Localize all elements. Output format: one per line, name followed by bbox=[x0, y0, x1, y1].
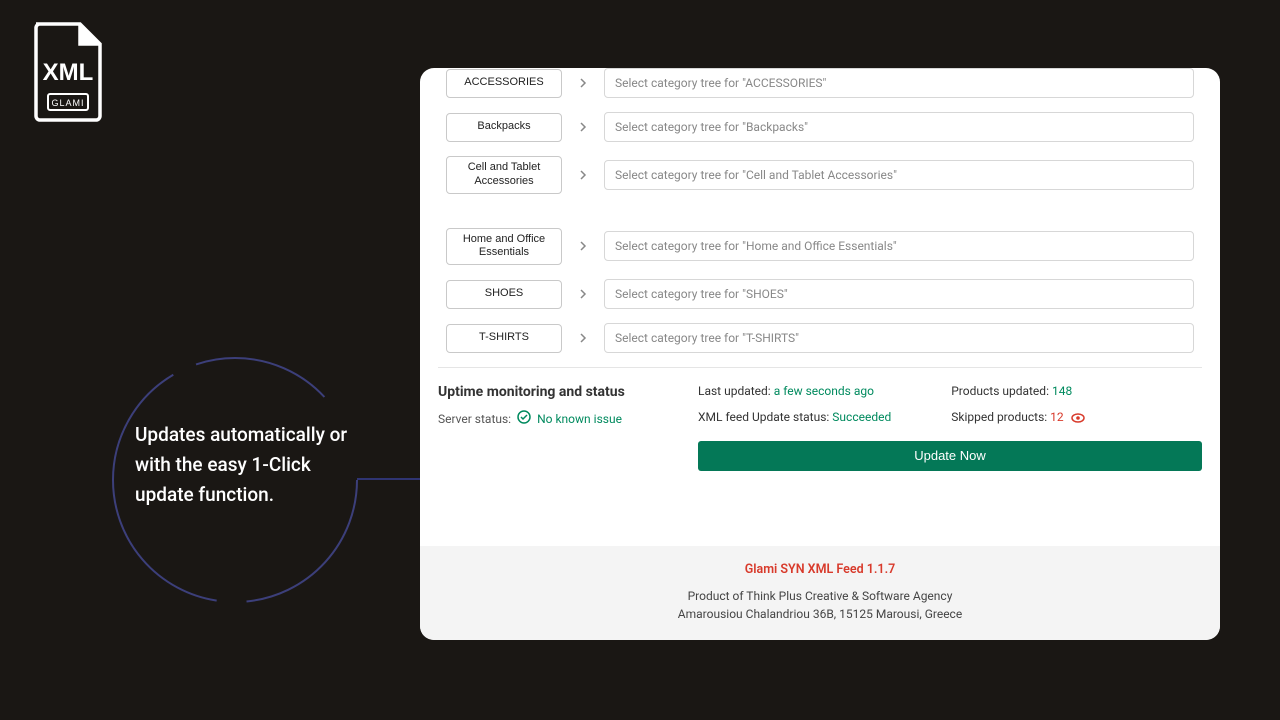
logo-text: XML bbox=[43, 59, 94, 86]
last-updated: Last updated: a few seconds ago bbox=[698, 384, 891, 398]
category-button-tshirts[interactable]: T-SHIRTS bbox=[446, 324, 562, 353]
category-button-accessories[interactable]: ACCESSORIES bbox=[446, 69, 562, 98]
eye-icon[interactable] bbox=[1071, 411, 1085, 425]
category-row: T-SHIRTS Select category tree for "T-SHI… bbox=[446, 323, 1194, 353]
check-circle-icon bbox=[517, 410, 531, 427]
category-row: Cell and Tablet Accessories Select categ… bbox=[446, 156, 1194, 194]
chevron-right-icon bbox=[576, 168, 590, 182]
app-card: ACCESSORIES Select category tree for "AC… bbox=[420, 68, 1220, 640]
status-area: Uptime monitoring and status Server stat… bbox=[420, 384, 1220, 471]
category-button-backpacks[interactable]: Backpacks bbox=[446, 113, 562, 142]
divider bbox=[438, 367, 1202, 368]
update-now-button[interactable]: Update Now bbox=[698, 441, 1202, 471]
footer-line-2: Amarousiou Chalandriou 36B, 15125 Marous… bbox=[420, 607, 1220, 621]
category-button-shoes[interactable]: SHOES bbox=[446, 280, 562, 309]
products-updated-value: 148 bbox=[1052, 384, 1072, 398]
category-select-home-office[interactable]: Select category tree for "Home and Offic… bbox=[604, 231, 1194, 261]
category-rows: ACCESSORIES Select category tree for "AC… bbox=[420, 68, 1220, 353]
feed-status: XML feed Update status: Succeeded bbox=[698, 410, 891, 424]
feed-status-value: Succeeded bbox=[832, 410, 891, 424]
skipped-products: Skipped products: 12 bbox=[951, 410, 1084, 425]
status-heading: Uptime monitoring and status bbox=[438, 384, 668, 400]
category-row: Home and Office Essentials Select catego… bbox=[446, 228, 1194, 266]
chevron-right-icon bbox=[576, 331, 590, 345]
callout-text: Updates automatically or with the easy 1… bbox=[135, 420, 355, 510]
xml-glami-logo: XML GLAMI bbox=[30, 22, 106, 122]
server-status-value: No known issue bbox=[537, 412, 622, 426]
last-updated-label: Last updated: bbox=[698, 384, 771, 398]
products-updated: Products updated: 148 bbox=[951, 384, 1084, 398]
chevron-right-icon bbox=[576, 120, 590, 134]
skipped-products-value: 12 bbox=[1050, 410, 1064, 424]
category-select-accessories[interactable]: Select category tree for "ACCESSORIES" bbox=[604, 68, 1194, 98]
skipped-products-label: Skipped products: bbox=[951, 410, 1047, 424]
footer-brand: Glami SYN XML Feed 1.1.7 bbox=[420, 562, 1220, 577]
chevron-right-icon bbox=[576, 239, 590, 253]
category-select-backpacks[interactable]: Select category tree for "Backpacks" bbox=[604, 112, 1194, 142]
server-status-line: Server status: No known issue bbox=[438, 410, 668, 427]
category-button-home-office[interactable]: Home and Office Essentials bbox=[446, 228, 562, 266]
category-row: Backpacks Select category tree for "Back… bbox=[446, 112, 1194, 142]
last-updated-value: a few seconds ago bbox=[774, 384, 874, 398]
logo-sublabel: GLAMI bbox=[51, 98, 84, 108]
products-updated-label: Products updated: bbox=[951, 384, 1049, 398]
category-row: SHOES Select category tree for "SHOES" bbox=[446, 279, 1194, 309]
category-select-tshirts[interactable]: Select category tree for "T-SHIRTS" bbox=[604, 323, 1194, 353]
category-select-shoes[interactable]: Select category tree for "SHOES" bbox=[604, 279, 1194, 309]
footer-line-1: Product of Think Plus Creative & Softwar… bbox=[420, 589, 1220, 603]
callout: Updates automatically or with the easy 1… bbox=[105, 350, 365, 610]
feed-status-label: XML feed Update status: bbox=[698, 410, 829, 424]
category-row: ACCESSORIES Select category tree for "AC… bbox=[446, 68, 1194, 98]
server-status-label: Server status: bbox=[438, 412, 511, 426]
category-button-cell-tablet[interactable]: Cell and Tablet Accessories bbox=[446, 156, 562, 194]
card-footer: Glami SYN XML Feed 1.1.7 Product of Thin… bbox=[420, 546, 1220, 640]
chevron-right-icon bbox=[576, 287, 590, 301]
chevron-right-icon bbox=[576, 76, 590, 90]
category-select-cell-tablet[interactable]: Select category tree for "Cell and Table… bbox=[604, 160, 1194, 190]
